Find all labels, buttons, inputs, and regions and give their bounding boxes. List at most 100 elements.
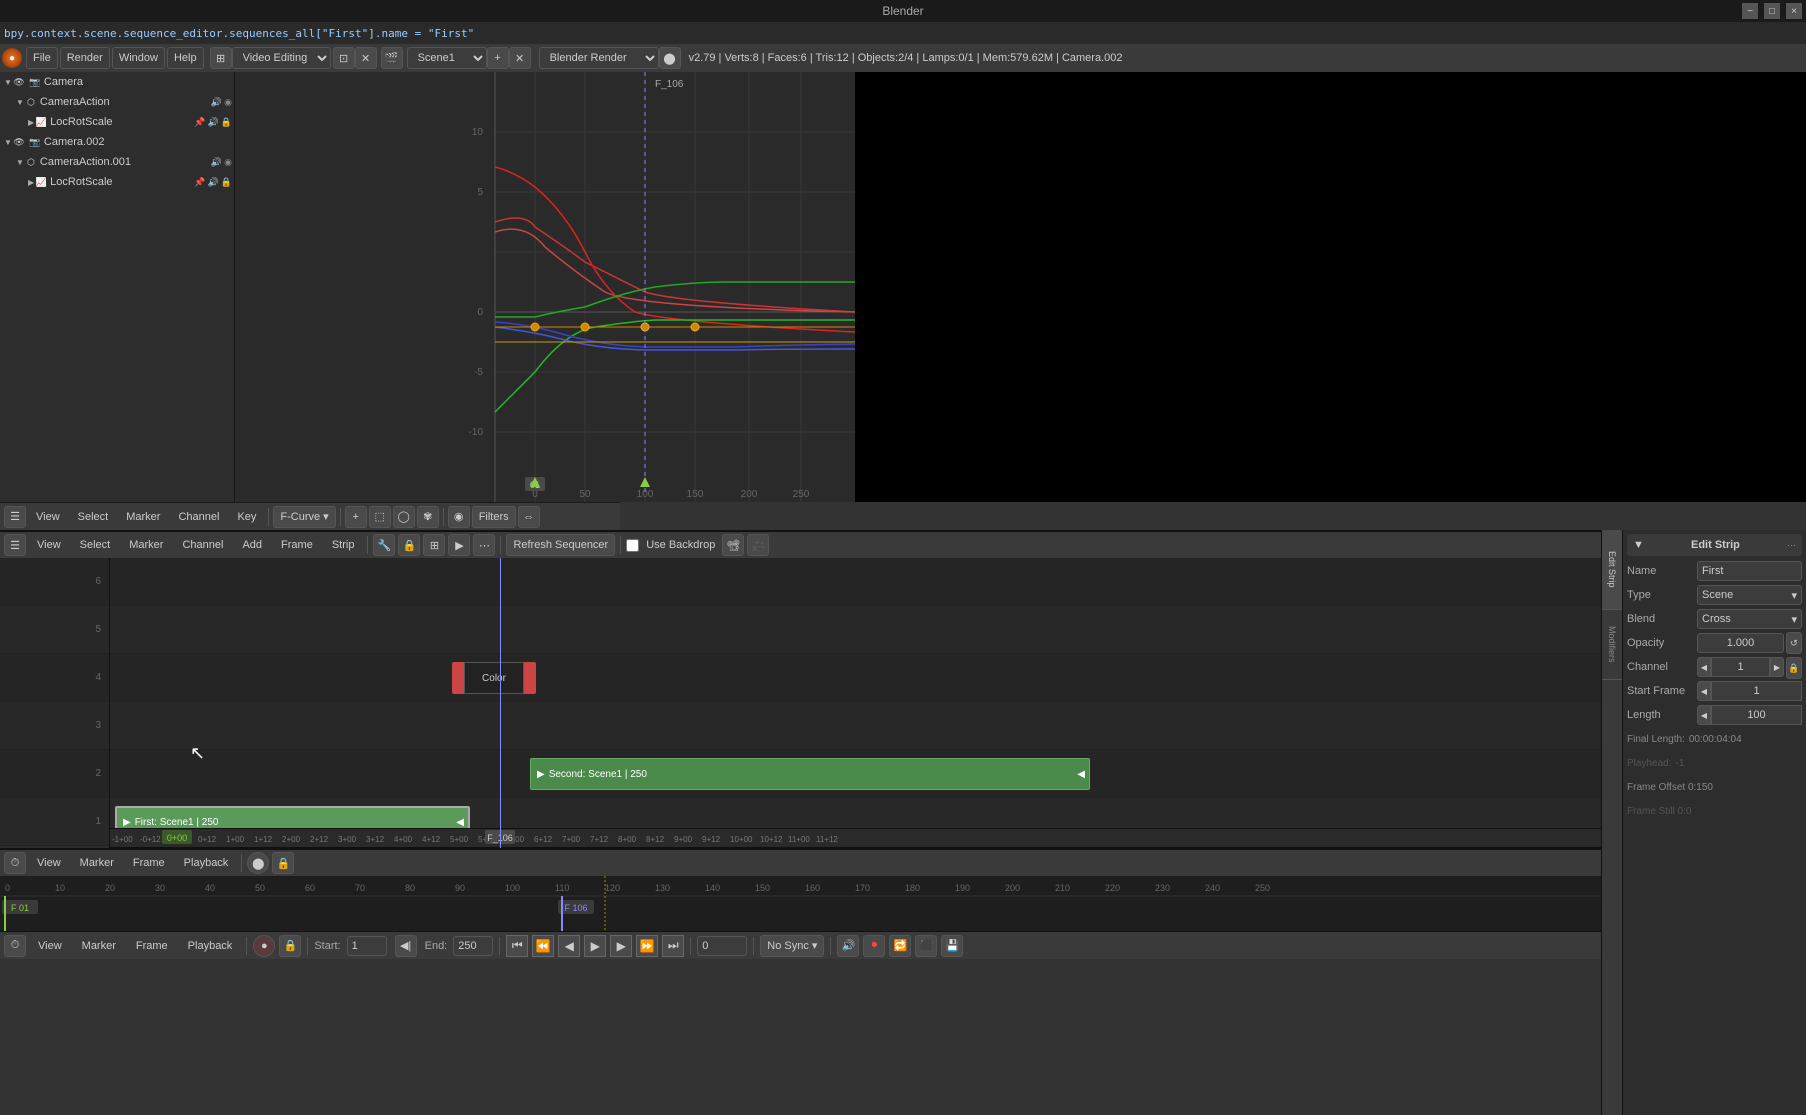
fcurve-select-menu[interactable]: Select xyxy=(70,511,117,523)
add-fcurve-icon[interactable]: + xyxy=(345,506,367,528)
workspace-selector[interactable]: Video Editing xyxy=(232,47,331,69)
timeline-playback-menu[interactable]: Playback xyxy=(176,857,237,869)
outliner-item-cameraaction[interactable]: ▼ ⬡ CameraAction 🔊 ◉ xyxy=(0,92,234,112)
loop-icon[interactable]: 🔁 xyxy=(889,935,911,957)
channel-lock-icon[interactable]: 🔒 xyxy=(1786,657,1802,679)
seq-add-menu[interactable]: Add xyxy=(234,539,270,551)
maximize-button[interactable]: □ xyxy=(1764,3,1780,19)
seq-view-menu[interactable]: View xyxy=(29,539,69,551)
jump-to-start-icon[interactable]: ◀| xyxy=(395,935,417,957)
channel-increment-button[interactable]: ▶ xyxy=(1770,657,1784,677)
fullscreen-icon[interactable]: ⊡ xyxy=(333,47,355,69)
prev-frame-button[interactable]: ◀ xyxy=(558,935,580,957)
toggle-visibility-icon[interactable]: ◉ xyxy=(448,506,470,528)
jump-to-end-button[interactable]: ⏭ xyxy=(662,935,684,957)
timeline-frame-menu[interactable]: Frame xyxy=(125,857,173,869)
mute-icon2[interactable]: 🔊 xyxy=(208,117,219,128)
add-scene-icon[interactable]: + xyxy=(487,47,509,69)
outliner-item-locrotscale1[interactable]: ▶ 📈 LocRotScale 📌 🔊 🔒 xyxy=(0,112,234,132)
fcurve-canvas[interactable]: 10 5 0 -5 -10 0 50 100 150 200 250 xyxy=(235,72,855,502)
pin-icon2[interactable]: 📌 xyxy=(194,177,205,188)
window-menu[interactable]: Window xyxy=(112,47,165,69)
lock-icon[interactable]: 🔒 xyxy=(221,117,232,128)
opacity-reset-icon[interactable]: ↺ xyxy=(1786,632,1802,654)
seq-output-icon[interactable]: 📽 xyxy=(722,534,744,556)
modifiers-tab[interactable]: Modifiers xyxy=(1602,610,1622,680)
panel-options-icon[interactable]: ⋯ xyxy=(1787,540,1796,551)
fcurve-marker-menu[interactable]: Marker xyxy=(118,511,168,523)
length-field[interactable]: 100 xyxy=(1711,705,1802,725)
seq-strip-menu[interactable]: Strip xyxy=(324,539,363,551)
select-circle-icon[interactable]: ◯ xyxy=(393,506,415,528)
color-strip-handle-left[interactable] xyxy=(452,662,464,694)
timeline-view-menu[interactable]: View xyxy=(29,857,69,869)
file-menu[interactable]: File xyxy=(26,47,58,69)
seq-lock-icon[interactable]: 🔒 xyxy=(398,534,420,556)
select-box-icon[interactable]: ⬚ xyxy=(369,506,391,528)
outliner-item-locrotscale2[interactable]: ▶ 📈 LocRotScale 📌 🔊 🔒 xyxy=(0,172,234,192)
minimize-button[interactable]: − xyxy=(1742,3,1758,19)
seq-magnet-icon[interactable]: 🔧 xyxy=(373,534,395,556)
fcurve-key-menu[interactable]: Key xyxy=(229,511,264,523)
render-icon-btn[interactable]: ⬤ xyxy=(659,47,681,69)
scene-icon[interactable]: 🎬 xyxy=(381,47,403,69)
color-strip-handle-right[interactable] xyxy=(524,662,536,694)
seq-editor-type-icon[interactable]: ☰ xyxy=(4,534,26,556)
current-frame-field[interactable]: 0 xyxy=(697,936,747,956)
playback-view-menu[interactable]: View xyxy=(30,940,70,952)
mute-icon3[interactable]: 🔊 xyxy=(211,157,222,168)
length-decrement[interactable]: ◀ xyxy=(1697,705,1711,725)
record-icon[interactable]: ⏺ xyxy=(863,935,885,957)
render-menu[interactable]: Render xyxy=(60,47,110,69)
outliner-item-camera002[interactable]: ▼ 👁 📷 Camera.002 xyxy=(0,132,234,152)
playback-playback-menu[interactable]: Playback xyxy=(180,940,241,952)
auto-keying-icon[interactable]: ⬤ xyxy=(247,852,269,874)
seq-select-menu[interactable]: Select xyxy=(72,539,119,551)
delete-scene-icon[interactable]: ✕ xyxy=(509,47,531,69)
channel-field[interactable]: 1 xyxy=(1711,657,1770,677)
filters-button[interactable]: Filters xyxy=(472,506,516,528)
visibility-icon[interactable]: 👁 xyxy=(12,75,26,89)
pin-icon[interactable]: 📌 xyxy=(194,117,205,128)
color-strip[interactable]: Color xyxy=(464,662,524,694)
render-vis-icon2[interactable]: ◉ xyxy=(224,157,232,168)
name-field[interactable]: First xyxy=(1697,561,1802,581)
playback-editor-icon[interactable]: ⏱ xyxy=(4,935,26,957)
cache-icon[interactable]: 💾 xyxy=(941,935,963,957)
start-frame-field[interactable]: 1 xyxy=(347,936,387,956)
fcurve-view-menu[interactable]: View xyxy=(28,511,68,523)
second-scene-strip[interactable]: ▶ Second: Scene1 | 250 ◀ xyxy=(530,758,1090,790)
seq-more-icon[interactable]: ⋯ xyxy=(473,534,495,556)
next-frame-button[interactable]: ▶ xyxy=(610,935,632,957)
seq-grid-icon[interactable]: ⊞ xyxy=(423,534,445,556)
seq-channel-menu[interactable]: Channel xyxy=(174,539,231,551)
step-forward-button[interactable]: ⏩ xyxy=(636,935,658,957)
jump-to-start-button[interactable]: ⏮ xyxy=(506,935,528,957)
fcurve-mode-selector[interactable]: F-Curve ▾ xyxy=(273,506,335,528)
playback-marker-menu[interactable]: Marker xyxy=(74,940,124,952)
blend-field[interactable]: Cross ▾ xyxy=(1697,609,1802,629)
edit-strip-tab[interactable]: Edit Strip xyxy=(1602,530,1622,610)
seq-marker-menu[interactable]: Marker xyxy=(121,539,171,551)
start-frame-decrement[interactable]: ◀ xyxy=(1697,681,1711,701)
scene-selector[interactable]: Scene1 xyxy=(407,47,487,69)
audio-icon[interactable]: 🔊 xyxy=(837,935,859,957)
refresh-sequencer-button[interactable]: Refresh Sequencer xyxy=(506,534,615,556)
playback-lock-icon[interactable]: 🔒 xyxy=(279,935,301,957)
timeline-area[interactable]: 0 10 20 30 40 50 60 70 80 90 100 110 120… xyxy=(0,876,1601,931)
close-editor-icon[interactable]: ✕ xyxy=(355,47,377,69)
select-lasso-icon[interactable]: ✾ xyxy=(417,506,439,528)
opacity-field[interactable]: 1.000 xyxy=(1697,633,1784,653)
render-vis-icon[interactable]: ◉ xyxy=(224,97,232,108)
seq-main[interactable]: Color ▶ Second: Scene1 | 250 ◀ ▶ Fi xyxy=(110,558,1601,848)
normalize-icon[interactable]: ⇔ xyxy=(518,506,540,528)
mute-icon4[interactable]: 🔊 xyxy=(208,177,219,188)
key-sync-icon[interactable]: ⬛ xyxy=(915,935,937,957)
timeline-editor-icon[interactable]: ⏱ xyxy=(4,852,26,874)
mute-icon[interactable]: 🔊 xyxy=(211,97,222,108)
lock-nla-icon[interactable]: 🔒 xyxy=(272,852,294,874)
seq-preview-icon[interactable]: ▶ xyxy=(448,534,470,556)
playback-autokey-icon[interactable]: ● xyxy=(253,935,275,957)
seq-camera-icon[interactable]: 🎥 xyxy=(747,534,769,556)
help-menu[interactable]: Help xyxy=(167,47,204,69)
